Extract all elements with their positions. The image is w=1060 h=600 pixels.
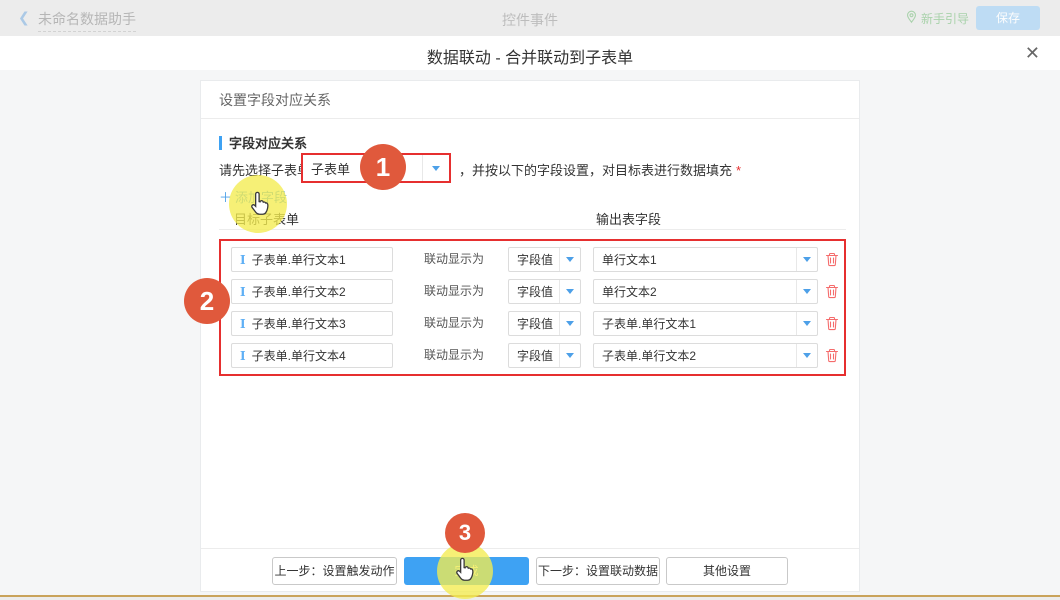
output-select-value: 子表单.单行文本2 xyxy=(594,347,796,364)
trash-icon xyxy=(827,318,838,330)
target-field-value: 子表单.单行文本4 xyxy=(252,347,346,364)
output-select-value: 子表单.单行文本1 xyxy=(594,315,796,332)
chevron-down-icon[interactable] xyxy=(796,344,817,367)
guide-pin-icon xyxy=(906,10,917,27)
target-field-value: 子表单.单行文本2 xyxy=(252,283,346,300)
chevron-down-icon[interactable] xyxy=(559,344,580,367)
trash-icon xyxy=(827,254,838,266)
chevron-down-icon[interactable] xyxy=(559,312,580,335)
target-field-value: 子表单.单行文本3 xyxy=(252,315,346,332)
subform-hint: ，并按以下的字段设置，对目标表进行数据填充 * xyxy=(459,160,741,179)
step-badge-1: 1 xyxy=(360,144,406,190)
output-field-select[interactable]: 单行文本2 xyxy=(593,279,818,304)
guide-label: 新手引导 xyxy=(921,10,969,27)
chevron-down-icon[interactable] xyxy=(796,280,817,303)
section-accent-bar xyxy=(219,136,222,150)
required-asterisk: * xyxy=(736,163,741,178)
modal-body: 设置字段对应关系 字段对应关系 请先选择子表单 子表单 ，并按以下的字段设置，对… xyxy=(0,70,1060,600)
hand-cursor-icon xyxy=(246,190,272,223)
chevron-down-icon[interactable] xyxy=(559,280,580,303)
mode-select[interactable]: 字段值 xyxy=(508,279,581,304)
delete-row-button[interactable] xyxy=(824,251,840,268)
target-field-value: 子表单.单行文本1 xyxy=(252,251,346,268)
footer-divider xyxy=(201,548,859,549)
mode-select-value: 字段值 xyxy=(509,347,559,364)
annotation-red-box-rows: I 子表单.单行文本1 联动显示为 字段值 单行文本1 xyxy=(219,239,846,376)
mode-select-value: 字段值 xyxy=(509,315,559,332)
next-step-button[interactable]: 下一步：设置联动数据 xyxy=(536,557,660,585)
delete-row-button[interactable] xyxy=(824,283,840,300)
table-row: I 子表单.单行文本4 联动显示为 字段值 子表单.单行文本2 xyxy=(221,343,844,368)
page-title: 控件事件 xyxy=(0,10,1060,30)
target-field-input[interactable]: I 子表单.单行文本2 xyxy=(231,279,393,304)
chevron-down-icon[interactable] xyxy=(796,312,817,335)
relation-label: 联动显示为 xyxy=(424,343,484,368)
chevron-down-icon[interactable] xyxy=(796,248,817,271)
section-title-label: 字段对应关系 xyxy=(229,133,307,152)
topbar: ❮ 未命名数据助手 控件事件 新手引导 保存 xyxy=(0,0,1060,36)
chevron-down-icon[interactable] xyxy=(559,248,580,271)
field-mapping-panel: 设置字段对应关系 字段对应关系 请先选择子表单 子表单 ，并按以下的字段设置，对… xyxy=(200,80,860,592)
other-settings-button[interactable]: 其他设置 xyxy=(666,557,788,585)
step-badge-3: 3 xyxy=(445,513,485,553)
output-field-select[interactable]: 子表单.单行文本1 xyxy=(593,311,818,336)
step-badge-2: 2 xyxy=(184,278,230,324)
table-row: I 子表单.单行文本3 联动显示为 字段值 子表单.单行文本1 xyxy=(221,311,844,336)
table-row: I 子表单.单行文本2 联动显示为 字段值 单行文本2 xyxy=(221,279,844,304)
text-field-icon: I xyxy=(240,253,246,267)
screen: ❮ 未命名数据助手 控件事件 新手引导 保存 数据联动 - 合并联动到子表单 ✕… xyxy=(0,0,1060,600)
output-select-value: 单行文本2 xyxy=(594,283,796,300)
prev-step-button[interactable]: 上一步：设置触发动作 xyxy=(272,557,397,585)
column-header-output: 输出表字段 xyxy=(596,209,661,228)
column-header-divider xyxy=(219,229,846,230)
modal-header: 数据联动 - 合并联动到子表单 ✕ xyxy=(0,36,1060,71)
mode-select-value: 字段值 xyxy=(509,283,559,300)
target-field-input[interactable]: I 子表单.单行文本3 xyxy=(231,311,393,336)
subform-hint-text: ，并按以下的字段设置，对目标表进行数据填充 xyxy=(459,163,732,178)
close-icon[interactable]: ✕ xyxy=(1025,43,1040,64)
mode-select-value: 字段值 xyxy=(509,251,559,268)
chevron-down-icon[interactable] xyxy=(422,155,449,181)
section-title: 字段对应关系 xyxy=(219,133,307,152)
modal-title: 数据联动 - 合并联动到子表单 xyxy=(0,44,1060,68)
save-button[interactable]: 保存 xyxy=(976,6,1040,30)
text-field-icon: I xyxy=(240,317,246,331)
output-field-select[interactable]: 单行文本1 xyxy=(593,247,818,272)
guide-button[interactable]: 新手引导 xyxy=(906,10,969,27)
trash-icon xyxy=(827,350,838,362)
relation-label: 联动显示为 xyxy=(424,247,484,272)
hand-cursor-icon xyxy=(451,556,477,589)
text-field-icon: I xyxy=(240,349,246,363)
table-row: I 子表单.单行文本1 联动显示为 字段值 单行文本1 xyxy=(221,247,844,272)
panel-title: 设置字段对应关系 xyxy=(201,81,859,119)
delete-row-button[interactable] xyxy=(824,315,840,332)
text-field-icon: I xyxy=(240,285,246,299)
delete-row-button[interactable] xyxy=(824,347,840,364)
target-field-input[interactable]: I 子表单.单行文本1 xyxy=(231,247,393,272)
relation-label: 联动显示为 xyxy=(424,311,484,336)
target-field-input[interactable]: I 子表单.单行文本4 xyxy=(231,343,393,368)
mode-select[interactable]: 字段值 xyxy=(508,343,581,368)
mode-select[interactable]: 字段值 xyxy=(508,247,581,272)
relation-label: 联动显示为 xyxy=(424,279,484,304)
output-select-value: 单行文本1 xyxy=(594,251,796,268)
mode-select[interactable]: 字段值 xyxy=(508,311,581,336)
trash-icon xyxy=(827,286,838,298)
output-field-select[interactable]: 子表单.单行文本2 xyxy=(593,343,818,368)
